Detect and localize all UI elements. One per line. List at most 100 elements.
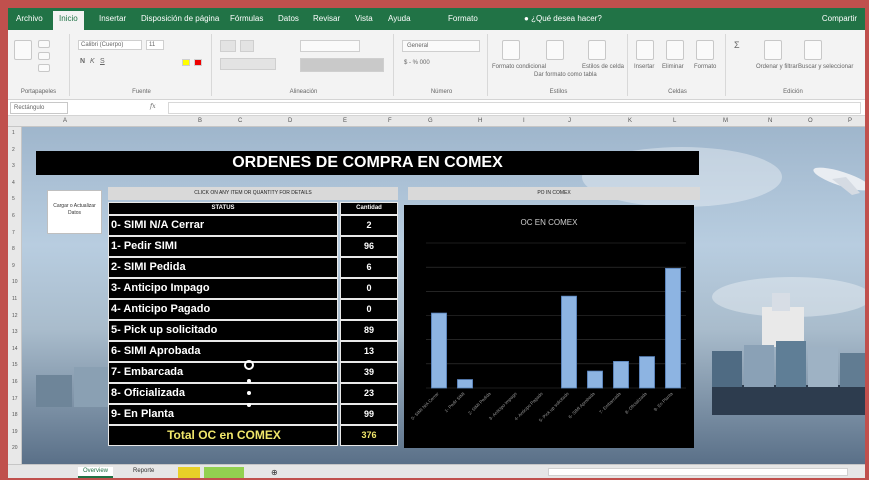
row-header[interactable]: 8 [12,246,15,252]
column-header[interactable]: I [523,118,525,124]
align-left-center-right-icon[interactable] [220,58,276,70]
status-cell[interactable]: 4- Anticipo Pagado [108,299,338,320]
status-cell[interactable]: 7- Embarcada [108,362,338,383]
sort-filter-icon[interactable] [764,40,782,60]
conditional-format-icon[interactable] [502,40,520,60]
italic-button[interactable]: K [90,58,95,65]
quantity-cell[interactable]: 96 [340,236,398,257]
resize-handle-icon[interactable] [247,403,251,407]
autosum-icon[interactable]: Σ [734,40,740,50]
copy-icon[interactable] [38,52,50,60]
tab-archivo[interactable]: Archivo [16,14,43,23]
table-row[interactable]: 1- Pedir SIMI 96 [108,236,398,257]
tab-insertar[interactable]: Insertar [99,14,126,23]
row-header[interactable]: 3 [12,163,15,169]
quantity-cell[interactable]: 0 [340,278,398,299]
row-header[interactable]: 1 [12,130,15,136]
format-cells-icon[interactable] [696,40,714,60]
fill-color-icon[interactable] [182,59,190,66]
status-cell[interactable]: 1- Pedir SIMI [108,236,338,257]
chart-bar[interactable] [457,379,473,389]
font-size-select[interactable]: 11 [146,40,164,50]
merge-center-button[interactable] [300,58,384,72]
status-cell[interactable]: 6- SIMI Aprobada [108,341,338,362]
resize-handle-icon[interactable] [247,379,251,383]
fx-icon[interactable]: fx [150,103,156,110]
currency-icon[interactable]: $ - % 000 [404,60,430,66]
row-header[interactable]: 10 [12,279,18,285]
chart-bar[interactable] [587,370,603,389]
bold-button[interactable]: N [80,58,85,65]
quantity-cell[interactable]: 39 [340,362,398,383]
row-header[interactable]: 2 [12,147,15,153]
delete-cells-icon[interactable] [666,40,684,60]
font-name-select[interactable]: Calibri (Cuerpo) [78,40,142,50]
table-row[interactable]: 3- Anticipo Impago 0 [108,278,398,299]
rotate-handle-icon[interactable] [244,360,254,370]
column-header[interactable]: D [288,118,292,124]
row-header[interactable]: 16 [12,379,18,385]
row-header[interactable]: 18 [12,412,18,418]
column-header[interactable]: G [428,118,433,124]
bar-chart[interactable]: OC EN COMEX 0- SIMI N/A Cerrar 1- Pedir SI… [404,205,694,448]
tab-vista[interactable]: Vista [355,14,373,23]
name-box[interactable]: Rectángulo [10,102,68,114]
row-header[interactable]: 11 [12,296,17,302]
total-value[interactable]: 376 [340,425,398,446]
chart-bar[interactable] [431,312,447,389]
align-middle-icon[interactable] [240,40,254,52]
column-header[interactable]: F [388,118,392,124]
horizontal-scrollbar[interactable] [548,468,848,476]
tab-inicio[interactable]: Inicio [53,11,84,30]
quantity-cell[interactable]: 23 [340,383,398,404]
format-painter-icon[interactable] [38,64,50,72]
insert-cells-icon[interactable] [636,40,654,60]
quantity-cell[interactable]: 6 [340,257,398,278]
underline-button[interactable]: S [100,58,105,65]
column-header[interactable]: J [568,118,571,124]
row-header[interactable]: 4 [12,180,15,186]
paste-icon[interactable] [14,40,32,60]
table-row[interactable]: 4- Anticipo Pagado 0 [108,299,398,320]
status-cell[interactable]: 9- En Planta [108,404,338,425]
tab-formulas[interactable]: Fórmulas [230,14,263,23]
chart-bar[interactable] [561,295,577,389]
row-header[interactable]: 15 [12,362,18,368]
table-row[interactable]: 6- SIMI Aprobada 13 [108,341,398,362]
find-select-icon[interactable] [804,40,822,60]
cell-styles-icon[interactable] [588,40,606,60]
status-cell[interactable]: 2- SIMI Pedida [108,257,338,278]
sheet-tab-green[interactable] [204,467,244,478]
column-header[interactable]: B [198,118,202,124]
row-header[interactable]: 9 [12,263,15,269]
font-color-icon[interactable] [194,59,202,66]
worksheet[interactable]: ORDENES DE COMPRA EN COMEX Cargar o Actu… [22,127,865,464]
quantity-cell[interactable]: 2 [340,215,398,236]
format-as-table-icon[interactable] [546,40,564,60]
add-sheet-icon[interactable]: ⊕ [266,467,283,478]
quantity-cell[interactable]: 99 [340,404,398,425]
row-header[interactable]: 14 [12,346,18,352]
tab-disposicion[interactable]: Disposición de página [141,14,219,23]
row-header[interactable]: 5 [12,196,15,202]
column-header[interactable]: M [723,118,728,124]
wrap-text-button[interactable] [300,40,360,52]
table-row[interactable]: 9- En Planta 99 [108,404,398,425]
align-top-icon[interactable] [220,40,236,52]
column-header[interactable]: H [478,118,482,124]
column-header[interactable]: C [238,118,242,124]
table-row[interactable]: 5- Pick up solicitado 89 [108,320,398,341]
quantity-cell[interactable]: 89 [340,320,398,341]
chart-bar[interactable] [613,361,629,389]
row-header[interactable]: 20 [12,445,18,451]
status-cell[interactable]: 5- Pick up solicitado [108,320,338,341]
quantity-cell[interactable]: 13 [340,341,398,362]
column-header[interactable]: E [343,118,347,124]
row-header[interactable]: 6 [12,213,15,219]
tab-revisar[interactable]: Revisar [313,14,340,23]
tab-datos[interactable]: Datos [278,14,299,23]
row-header[interactable]: 17 [12,396,18,402]
column-header[interactable]: O [808,118,813,124]
status-cell[interactable]: 3- Anticipo Impago [108,278,338,299]
number-format-select[interactable]: General [402,40,480,52]
